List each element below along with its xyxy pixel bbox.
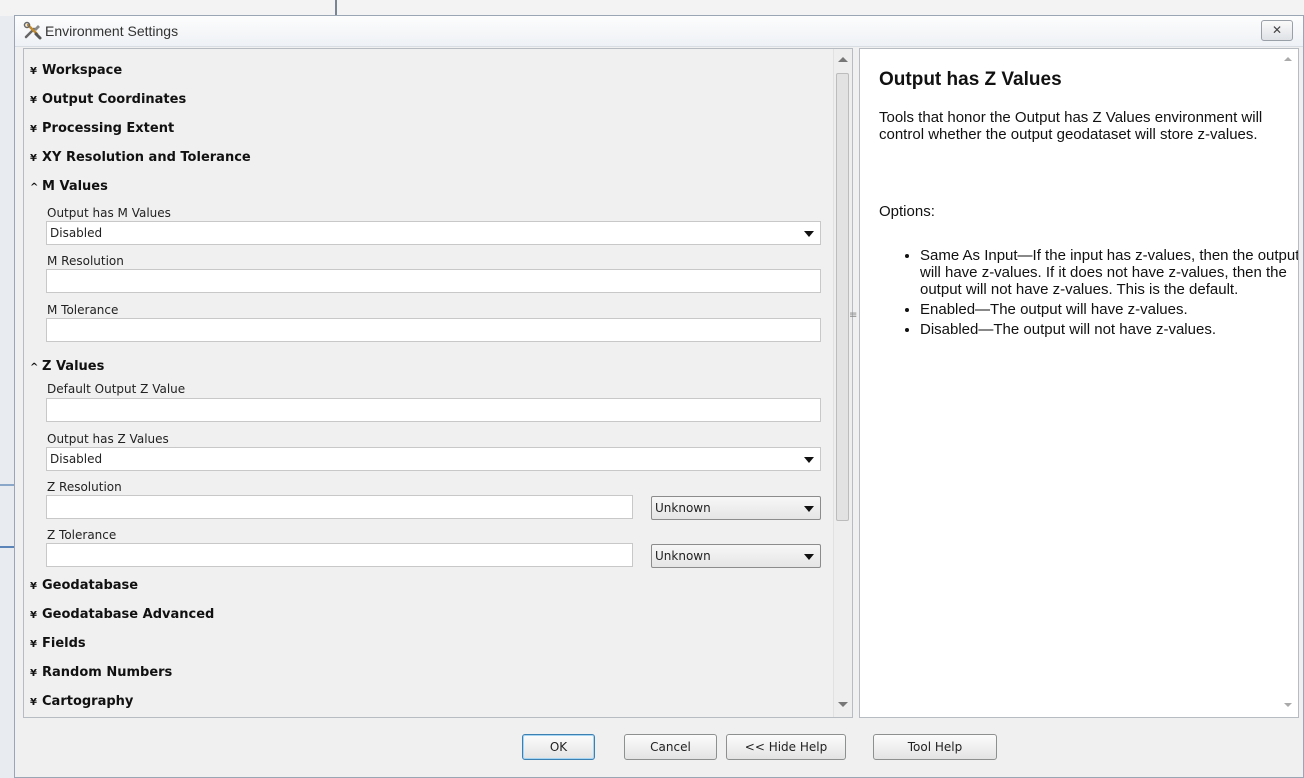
- m-resolution-label: M Resolution: [47, 254, 124, 268]
- dropdown-arrow-icon: [804, 231, 814, 237]
- section-label: Workspace: [42, 63, 123, 78]
- dropdown-arrow-icon: [804, 554, 814, 560]
- help-scroll-down-icon[interactable]: [1284, 703, 1292, 707]
- section-fields[interactable]: ¥ Fields: [30, 636, 86, 651]
- z-resolution-label: Z Resolution: [47, 480, 122, 494]
- chevron-down-icon: ¥: [30, 153, 37, 164]
- section-label: Cartography: [42, 694, 134, 709]
- splitter-grip-icon[interactable]: ≡: [849, 310, 857, 321]
- chevron-up-icon: ^: [30, 182, 39, 193]
- dropdown-arrow-icon: [804, 506, 814, 512]
- chevron-down-icon: ¥: [30, 124, 37, 135]
- help-title: Output has Z Values: [879, 69, 1062, 90]
- m-resolution-field[interactable]: [46, 269, 821, 293]
- environment-settings-dialog: Environment Settings ✕ ¥ Workspace ¥ Outpu…: [14, 15, 1304, 778]
- background-divider: [0, 484, 14, 486]
- scroll-up-arrow-icon[interactable]: [838, 57, 848, 62]
- chevron-down-icon: ¥: [30, 668, 37, 679]
- scroll-thumb[interactable]: [836, 73, 849, 521]
- background-app-sidebar: [0, 16, 15, 778]
- m-tolerance-field[interactable]: [46, 318, 821, 342]
- select-value: Disabled: [50, 452, 103, 466]
- help-options-label: Options:: [879, 203, 935, 220]
- section-random-numbers[interactable]: ¥ Random Numbers: [30, 665, 172, 680]
- settings-scrollbar[interactable]: [833, 49, 852, 717]
- section-cartography[interactable]: ¥ Cartography: [30, 694, 133, 709]
- hide-help-button[interactable]: << Hide Help: [726, 734, 846, 760]
- select-value: Unknown: [655, 549, 711, 563]
- section-xy-resolution[interactable]: ¥ XY Resolution and Tolerance: [30, 150, 251, 165]
- m-tolerance-label: M Tolerance: [47, 303, 119, 317]
- section-m-values[interactable]: ^ M Values: [30, 179, 108, 194]
- select-value: Unknown: [655, 501, 711, 515]
- z-resolution-unit-select[interactable]: Unknown: [651, 496, 821, 520]
- section-label: Z Values: [42, 359, 105, 374]
- tools-icon: [23, 21, 42, 40]
- background-caret: [335, 0, 337, 16]
- output-has-m-select[interactable]: Disabled: [46, 221, 821, 245]
- section-processing-extent[interactable]: ¥ Processing Extent: [30, 121, 174, 136]
- background-divider: [0, 546, 14, 548]
- output-has-z-label: Output has Z Values: [47, 432, 169, 446]
- window-title: Environment Settings: [45, 23, 179, 39]
- z-tolerance-label: Z Tolerance: [47, 528, 117, 542]
- title-bar[interactable]: Environment Settings ✕: [15, 16, 1303, 47]
- section-label: XY Resolution and Tolerance: [42, 150, 251, 165]
- tool-help-button[interactable]: Tool Help: [873, 734, 997, 760]
- z-resolution-field[interactable]: [46, 495, 633, 519]
- chevron-down-icon: ¥: [30, 95, 37, 106]
- section-label: M Values: [42, 179, 108, 194]
- list-item: Same As Input—If the input has z-values,…: [920, 247, 1298, 298]
- section-label: Geodatabase Advanced: [42, 607, 215, 622]
- scroll-down-arrow-icon[interactable]: [838, 702, 848, 707]
- chevron-down-icon: ¥: [30, 639, 37, 650]
- help-scroll-up-icon[interactable]: [1284, 57, 1292, 61]
- section-output-coordinates[interactable]: ¥ Output Coordinates: [30, 92, 186, 107]
- default-output-z-label: Default Output Z Value: [47, 382, 186, 396]
- section-label: Processing Extent: [42, 121, 175, 136]
- chevron-down-icon: ¥: [30, 66, 37, 77]
- chevron-down-icon: ¥: [30, 697, 37, 708]
- output-has-m-label: Output has M Values: [47, 206, 171, 220]
- chevron-down-icon: ¥: [30, 581, 37, 592]
- close-icon: ✕: [1271, 23, 1283, 37]
- section-label: Geodatabase: [42, 578, 139, 593]
- list-item: Disabled—The output will not have z-valu…: [920, 321, 1298, 338]
- output-has-z-select[interactable]: Disabled: [46, 447, 821, 471]
- z-tolerance-field[interactable]: [46, 543, 633, 567]
- section-z-values[interactable]: ^ Z Values: [30, 359, 104, 374]
- section-label: Random Numbers: [42, 665, 173, 680]
- chevron-down-icon: ¥: [30, 610, 37, 621]
- section-workspace[interactable]: ¥ Workspace: [30, 63, 122, 78]
- list-item: Enabled—The output will have z-values.: [920, 301, 1298, 318]
- section-label: Fields: [42, 636, 86, 651]
- ok-button[interactable]: OK: [522, 734, 595, 760]
- section-geodatabase-advanced[interactable]: ¥ Geodatabase Advanced: [30, 607, 214, 622]
- select-value: Disabled: [50, 226, 103, 240]
- settings-pane: ¥ Workspace ¥ Output Coordinates ¥ Processi…: [23, 48, 853, 718]
- section-label: Output Coordinates: [42, 92, 187, 107]
- close-button[interactable]: ✕: [1261, 20, 1293, 41]
- help-body: Tools that honor the Output has Z Values…: [879, 109, 1263, 143]
- default-output-z-field[interactable]: [46, 398, 821, 422]
- section-geodatabase[interactable]: ¥ Geodatabase: [30, 578, 138, 593]
- cancel-button[interactable]: Cancel: [624, 734, 717, 760]
- dropdown-arrow-icon: [804, 457, 814, 463]
- help-options-list: Same As Input—If the input has z-values,…: [900, 247, 1298, 341]
- z-tolerance-unit-select[interactable]: Unknown: [651, 544, 821, 568]
- help-pane: Output has Z Values Tools that honor the…: [859, 48, 1299, 718]
- chevron-up-icon: ^: [30, 362, 39, 373]
